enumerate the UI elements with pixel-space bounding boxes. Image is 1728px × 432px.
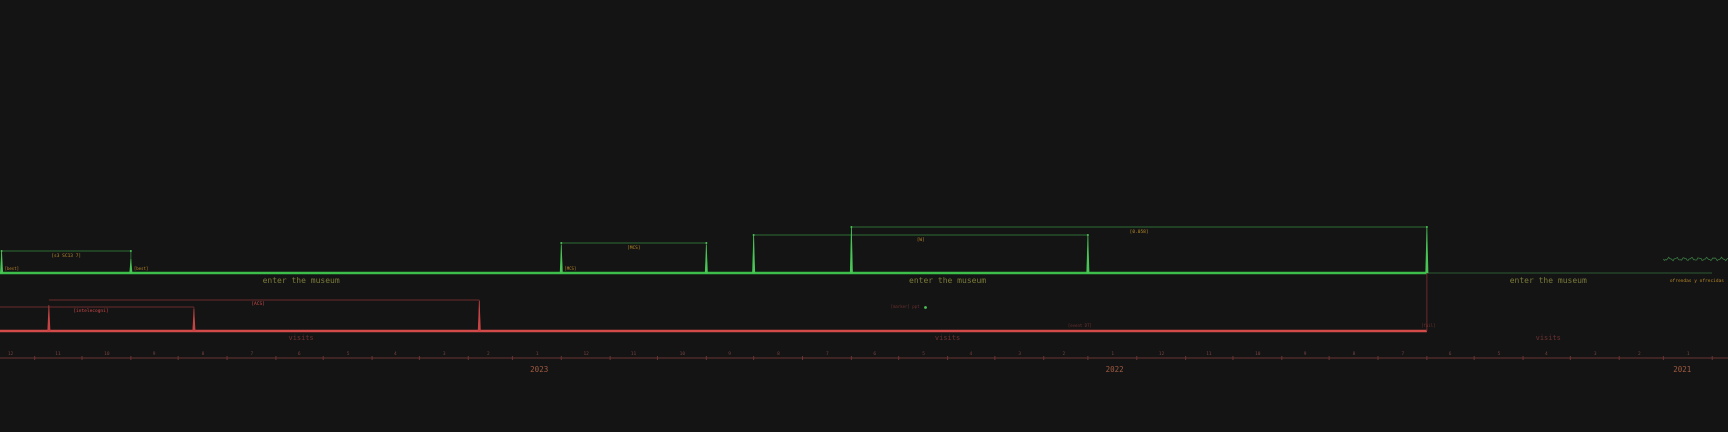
month-tick-label: 2 <box>487 351 490 357</box>
enter-bracket-label: [0.058] <box>1130 229 1149 235</box>
month-tick-label: 11 <box>55 351 61 357</box>
month-tick-label: 12 <box>583 351 589 357</box>
month-tick-label: 8 <box>777 351 780 357</box>
visit-track-label: visits <box>935 334 960 342</box>
month-tick-label: 2 <box>1638 351 1641 357</box>
visit-track-label: visits <box>288 334 313 342</box>
month-tick-label: 1 <box>1687 351 1690 357</box>
month-tick-label: 4 <box>394 351 397 357</box>
chart-background <box>0 0 1728 432</box>
month-tick-label: 11 <box>1206 351 1212 357</box>
month-tick-label: 10 <box>1255 351 1261 357</box>
month-tick-label: 11 <box>631 351 637 357</box>
timeline-chart: 12 11 10 9 8 7 6 5 4 3 2 1 12 11 10 9 8 7 6 5 4 3 2 1 12 11 10 9 8 7 6… <box>0 0 1728 432</box>
enter-spike-label: [best] <box>5 266 19 271</box>
month-tick-label: 8 <box>202 351 205 357</box>
enter-bracket-label: [s3 SC13 7] <box>51 253 81 259</box>
month-tick-label: 10 <box>680 351 686 357</box>
month-tick-label: 9 <box>1304 351 1307 357</box>
enter-track-label: enter the museum <box>909 276 986 285</box>
enter-track-label: enter the museum <box>263 276 340 285</box>
enter-bracket-dot <box>560 242 563 244</box>
visit-bracket-label: [intelecogni] <box>73 308 108 314</box>
floating-marker-label: [marker] ppt <box>891 304 920 309</box>
month-tick-label: 6 <box>873 351 876 357</box>
month-tick-label: 6 <box>1449 351 1452 357</box>
month-tick-label: 1 <box>1111 351 1114 357</box>
month-tick-label: 3 <box>443 351 446 357</box>
month-tick-label: 3 <box>1594 351 1597 357</box>
visit-bracket-label: [ACS] <box>251 301 265 307</box>
month-tick-label: 7 <box>1402 351 1405 357</box>
month-tick-label: 10 <box>104 351 110 357</box>
month-tick-label: 7 <box>251 351 254 357</box>
month-tick-label: 9 <box>153 351 156 357</box>
month-tick-label: 12 <box>1159 351 1165 357</box>
month-tick-label: 9 <box>728 351 731 357</box>
year-label: 2021 <box>1673 365 1691 374</box>
month-tick-label: 7 <box>826 351 829 357</box>
enter-bracket-label: [MCS] <box>627 245 641 251</box>
month-tick-label: 4 <box>1545 351 1548 357</box>
enter-track-label: enter the museum <box>1510 276 1587 285</box>
enter-bracket-label: [W] <box>917 237 925 243</box>
year-label: 2022 <box>1106 365 1124 374</box>
enter-extra-label: ofrendas y ofrecidas <box>1670 278 1724 284</box>
month-tick-label: 4 <box>970 351 973 357</box>
visit-track-label: visits <box>1536 334 1561 342</box>
enter-spike-label: [MCS] <box>564 266 576 271</box>
month-tick-label: 2 <box>1063 351 1066 357</box>
month-tick-label: 5 <box>1498 351 1501 357</box>
month-tick-label: 6 <box>298 351 301 357</box>
month-tick-label: 3 <box>1018 351 1021 357</box>
year-label: 2023 <box>530 365 548 374</box>
month-tick-label: 5 <box>347 351 350 357</box>
enter-bracket-dot <box>129 250 132 252</box>
month-tick-label: 8 <box>1353 351 1356 357</box>
enter-spike-label: [best] <box>134 266 148 271</box>
visit-note-label: [fail] <box>1421 323 1435 328</box>
month-tick-label: 5 <box>922 351 925 357</box>
month-tick-label: 12 <box>8 351 14 357</box>
floating-marker-dot <box>924 306 927 309</box>
enter-bracket-dot <box>705 242 708 244</box>
month-tick-label: 1 <box>536 351 539 357</box>
visit-note-label: [event DT] <box>1068 323 1092 328</box>
